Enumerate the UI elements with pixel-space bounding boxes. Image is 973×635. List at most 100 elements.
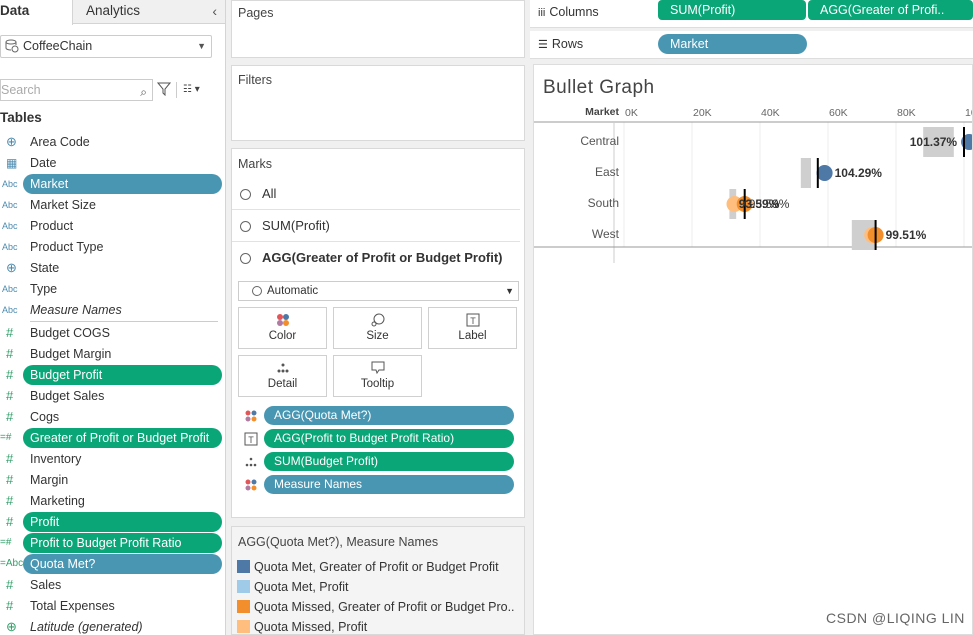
field-product-type[interactable]: Abc Product Type xyxy=(0,237,222,257)
viz-area: Bullet Graph Market 0K 20K 40K 60K 80K 100K Cen… xyxy=(533,64,973,635)
list-view-icon[interactable]: ☷ ▾ xyxy=(183,84,200,95)
rows-shelf[interactable]: ☰ Rows Market xyxy=(530,31,973,59)
field-budget-sales[interactable]: # Budget Sales xyxy=(0,386,222,406)
field-label: Total Expenses xyxy=(30,599,115,613)
ratio-label: 99.51% xyxy=(886,228,927,242)
greater-mark xyxy=(816,165,833,181)
field-inventory[interactable]: # Inventory xyxy=(0,449,222,469)
field-area-code[interactable]: ⊕ Area Code xyxy=(0,132,222,152)
mark-type-select[interactable]: Automatic ▼ xyxy=(238,281,519,301)
radio-icon xyxy=(240,189,251,200)
size-button[interactable]: Size xyxy=(333,307,422,349)
size-icon xyxy=(334,308,421,330)
field-profit-to-budget-profit-ratio[interactable]: =# Profit to Budget Profit Ratio xyxy=(0,533,222,553)
field-market-size[interactable]: Abc Market Size xyxy=(0,195,222,215)
field-type[interactable]: Abc Type xyxy=(0,279,222,299)
string-type-icon: Abc xyxy=(2,221,18,231)
marks-label: Marks xyxy=(238,157,273,171)
datasource-select[interactable]: CoffeeChain ▼ xyxy=(0,35,212,58)
encoding-pill[interactable]: AGG(Quota Met?) xyxy=(264,406,514,425)
ratio-label-overlap: 93.59% xyxy=(749,197,790,211)
search-icon: ⌕ xyxy=(140,85,147,99)
field-label: Budget COGS xyxy=(30,326,110,340)
text-label-icon: T xyxy=(429,308,516,330)
field-greater-of-profit-or-budget-profit[interactable]: =# Greater of Profit or Budget Profit xyxy=(0,428,222,448)
ratio-label: 101.37% xyxy=(910,135,958,149)
columns-shelf[interactable]: iii Columns SUM(Profit) AGG(Greater of Pr… xyxy=(530,0,973,28)
watermark: CSDN @LIQING LIN xyxy=(826,610,965,626)
search-field[interactable]: Search ⌕ xyxy=(0,79,153,101)
field-latitude-generated[interactable]: ⊕ Latitude (generated) xyxy=(0,617,222,635)
calculated-string-icon: =Abc xyxy=(0,558,24,569)
calculated-number-icon: =# xyxy=(0,432,12,443)
legend-label: Quota Missed, Greater of Profit or Budge… xyxy=(254,600,515,614)
field-label: Margin xyxy=(30,473,69,487)
field-profit[interactable]: # Profit xyxy=(0,512,222,532)
legend-swatch xyxy=(237,620,250,633)
legend-label: Quota Met, Profit xyxy=(254,580,349,594)
filters-card[interactable]: Filters xyxy=(231,65,525,141)
field-product[interactable]: Abc Product xyxy=(0,216,222,236)
detail-button[interactable]: Detail xyxy=(238,355,327,397)
string-type-icon: Abc xyxy=(2,179,18,189)
encoding-pill[interactable]: Measure Names xyxy=(264,475,514,494)
field-measure-names[interactable]: Abc Measure Names xyxy=(0,300,222,320)
field-cogs[interactable]: # Cogs xyxy=(0,407,222,427)
rows-pill-market[interactable]: Market xyxy=(658,34,807,54)
number-type-icon: # xyxy=(6,325,14,340)
filters-label: Filters xyxy=(238,73,273,87)
field-state[interactable]: ⊕ State xyxy=(0,258,222,278)
field-date[interactable]: ▦ Date xyxy=(0,153,222,173)
filter-icon[interactable] xyxy=(157,82,171,96)
svg-text:T: T xyxy=(248,435,254,445)
encoding-pill[interactable]: SUM(Budget Profit) xyxy=(264,452,514,471)
measures-divider xyxy=(30,321,218,322)
field-total-expenses[interactable]: # Total Expenses xyxy=(0,596,222,616)
rows-label: Rows xyxy=(551,37,584,51)
detail-label: Detail xyxy=(267,378,298,390)
number-type-icon: # xyxy=(6,409,14,424)
pages-card[interactable]: Pages xyxy=(231,0,525,58)
field-marketing[interactable]: # Marketing xyxy=(0,491,222,511)
legend-item[interactable]: Quota Missed, Greater of Profit or Budge… xyxy=(237,597,515,617)
legend-swatch xyxy=(237,600,250,613)
number-type-icon: # xyxy=(6,493,14,508)
marks-row-sum-profit[interactable]: SUM(Profit) xyxy=(232,211,520,242)
tab-analytics[interactable]: Analytics xyxy=(86,0,140,24)
collapse-pane-icon[interactable]: ‹ xyxy=(212,3,217,19)
chevron-down-icon: ▼ xyxy=(505,286,514,296)
marks-row-all[interactable]: All xyxy=(232,179,520,210)
field-sales[interactable]: # Sales xyxy=(0,575,222,595)
tab-data[interactable]: Data xyxy=(0,0,73,25)
legend-item[interactable]: Quota Met, Profit xyxy=(237,577,348,597)
field-margin[interactable]: # Margin xyxy=(0,470,222,490)
legend-item[interactable]: Quota Met, Greater of Profit or Budget P… xyxy=(237,557,499,577)
marks-row-label: SUM(Profit) xyxy=(262,218,330,233)
marks-card: Marks All SUM(Profit) AGG(Greater of Pro… xyxy=(231,148,525,518)
field-label: Profit to Budget Profit Ratio xyxy=(23,533,222,553)
x-tick-label: 60K xyxy=(829,107,848,119)
columns-pill-agg-greater[interactable]: AGG(Greater of Profi.. xyxy=(808,0,973,20)
string-type-icon: Abc xyxy=(2,200,18,210)
columns-label-wrap: iii Columns xyxy=(538,0,599,25)
encoding-pill[interactable]: AGG(Profit to Budget Profit Ratio) xyxy=(264,429,514,448)
row-label-south: South xyxy=(588,196,619,210)
columns-pill-sum-profit[interactable]: SUM(Profit) xyxy=(658,0,806,20)
color-button[interactable]: Color xyxy=(238,307,327,349)
calculated-number-icon: =# xyxy=(0,537,12,548)
field-quota-met[interactable]: =Abc Quota Met? xyxy=(0,554,222,574)
field-budget-cogs[interactable]: # Budget COGS xyxy=(0,323,222,343)
label-button[interactable]: T Label xyxy=(428,307,517,349)
marks-row-greater[interactable]: AGG(Greater of Profit or Budget Profit) xyxy=(232,243,520,274)
field-label: Product xyxy=(30,219,74,233)
field-budget-profit[interactable]: # Budget Profit xyxy=(0,365,222,385)
marks-row-label: All xyxy=(262,186,277,201)
field-budget-margin[interactable]: # Budget Margin xyxy=(0,344,222,364)
field-market[interactable]: Abc Market xyxy=(0,174,222,194)
number-type-icon: # xyxy=(6,451,14,466)
marks-row-label: AGG(Greater of Profit or Budget Profit) xyxy=(262,250,503,265)
x-tick-label: 0K xyxy=(625,107,638,119)
legend-item[interactable]: Quota Missed, Profit xyxy=(237,617,367,635)
tooltip-button[interactable]: Tooltip xyxy=(333,355,422,397)
globe-icon: ⊕ xyxy=(6,619,17,634)
